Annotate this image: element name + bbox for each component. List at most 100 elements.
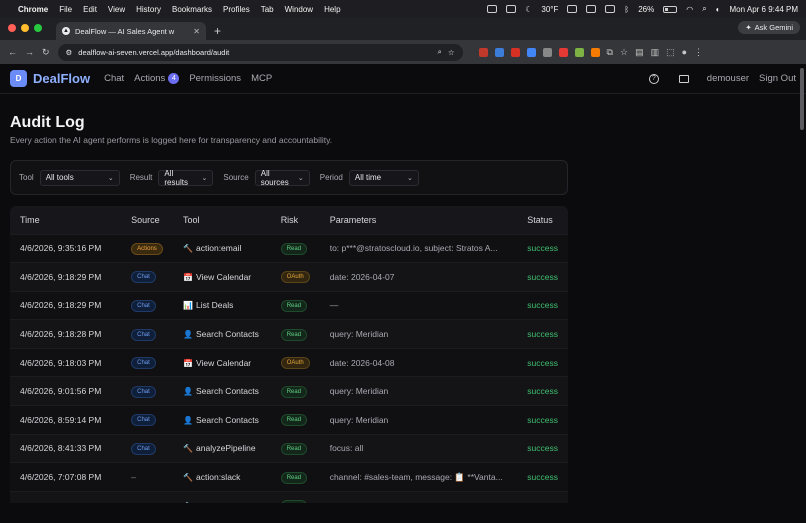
page-scrollbar[interactable] [800, 68, 804, 130]
table-row[interactable]: 4/6/2026, 7:07:08 PM – 🔨 action:slack Read ch… [10, 462, 568, 492]
username[interactable]: demouser [707, 73, 749, 84]
extension-icon[interactable] [494, 47, 504, 57]
status-icon[interactable] [605, 5, 616, 13]
weather[interactable]: 30°F [541, 5, 558, 14]
source-badge: Chat [131, 271, 156, 284]
table-row[interactable]: 4/6/2026, 7:07:08 PM – 🔨action:email Read to… [10, 491, 568, 503]
status-icon[interactable] [506, 5, 517, 13]
status-icon[interactable] [487, 5, 498, 13]
risk-badge: Read [280, 299, 308, 312]
menu-view[interactable]: View [108, 5, 125, 14]
wifi-icon[interactable]: ◠ [686, 5, 693, 14]
tool-name: Search Contacts [196, 414, 259, 425]
sign-out-button[interactable]: Sign Out [759, 73, 796, 84]
cell-tool: 🔨action:email [173, 234, 271, 263]
sidepanel-icon[interactable]: ▥ [651, 47, 660, 58]
display-icon[interactable] [586, 5, 597, 13]
result-filter-select[interactable]: All results ⌄ [158, 168, 214, 187]
actions-count-badge: 4 [168, 73, 180, 84]
menu-window[interactable]: Window [285, 5, 313, 14]
table-row[interactable]: 4/6/2026, 9:18:29 PM Chat 📅 View Calendar OA… [10, 262, 568, 292]
table-row[interactable]: 4/6/2026, 9:18:03 PM Chat 📅 View Calendar OA… [10, 348, 568, 377]
cell-time: 4/6/2026, 7:07:08 PM [20, 472, 102, 483]
star-icon[interactable]: ☆ [620, 47, 628, 58]
bluetooth-icon[interactable]: ᛒ [624, 5, 629, 14]
browser-tab[interactable]: ▲ DealFlow — AI Sales Agent w ✕ [56, 22, 206, 40]
tool-filter-select[interactable]: All tools ⌄ [39, 169, 120, 186]
col-time[interactable]: Time [10, 206, 121, 234]
col-tool[interactable]: Tool [173, 206, 271, 234]
menu-profiles[interactable]: Profiles [223, 5, 250, 14]
control-center-icon[interactable]: ◐ [716, 5, 721, 14]
close-window-button[interactable] [8, 24, 16, 32]
cell-risk: Read [271, 377, 320, 406]
brand-name[interactable]: DealFlow [33, 71, 90, 86]
ask-gemini-button[interactable]: ✦ Ask Gemini [738, 21, 800, 34]
minimize-window-button[interactable] [21, 24, 29, 32]
logo-icon[interactable]: D [10, 70, 27, 87]
status-icon[interactable] [567, 5, 578, 13]
table-row[interactable]: 4/6/2026, 9:18:29 PM Chat 📊 List Deals Read —… [10, 291, 568, 320]
screenshot-icon[interactable]: ⬚ [666, 47, 675, 58]
menu-chrome[interactable]: Chrome [18, 5, 48, 14]
menu-file[interactable]: File [59, 5, 72, 14]
reading-list-icon[interactable]: ▤ [635, 47, 644, 58]
tool-icon: 👤 [183, 415, 194, 425]
result-filter-value: All results [164, 168, 188, 187]
forward-icon[interactable]: → [25, 47, 34, 57]
search-icon[interactable]: ⌕ [702, 4, 706, 14]
source-empty: – [131, 472, 136, 483]
menu-tab[interactable]: Tab [261, 5, 274, 14]
macos-menu-bar: Chrome File Edit View History Bookmarks … [0, 0, 806, 18]
back-icon[interactable]: ← [8, 47, 17, 57]
site-info-icon[interactable]: ⚙ [66, 48, 73, 57]
table-row[interactable]: 4/6/2026, 8:41:33 PM Chat 🔨 analyzePipeline… [10, 434, 568, 463]
reload-icon[interactable]: ↻ [42, 47, 50, 58]
extension-icon[interactable] [590, 47, 600, 57]
zoom-icon[interactable]: ⌕ [438, 47, 442, 57]
extension-icon[interactable] [574, 47, 584, 57]
col-source[interactable]: Source [121, 206, 173, 234]
profile-avatar-icon[interactable]: ● [682, 47, 687, 57]
nav-permissions[interactable]: Permissions [189, 73, 241, 84]
table-row[interactable]: 4/6/2026, 8:59:14 PM Chat 👤 Search Contacts… [10, 405, 568, 435]
nav-actions[interactable]: Actions 4 [134, 73, 180, 84]
table-row[interactable]: 4/6/2026, 9:18:28 PM Chat 👤 Search Contacts… [10, 319, 568, 349]
cell-source: Actions [121, 234, 173, 263]
extension-icon[interactable] [558, 47, 568, 57]
col-status[interactable]: Status [517, 206, 568, 234]
menu-history[interactable]: History [136, 5, 161, 14]
col-risk[interactable]: Risk [271, 206, 320, 234]
menu-bookmarks[interactable]: Bookmarks [172, 5, 212, 14]
period-filter-select[interactable]: All time ⌄ [348, 169, 419, 186]
monitor-icon[interactable] [678, 74, 689, 83]
extension-icon[interactable] [526, 47, 536, 57]
more-menu-icon[interactable]: ⋮ [694, 47, 703, 58]
puzzle-icon[interactable]: ⧉ [607, 47, 613, 58]
table-row[interactable]: 4/6/2026, 9:01:56 PM Chat 👤 Search Contacts… [10, 376, 568, 406]
table-row[interactable]: 4/6/2026, 9:35:16 PM Actions 🔨 action:email… [10, 234, 568, 263]
bookmark-star-icon[interactable]: ☆ [448, 48, 455, 57]
nav-mcp[interactable]: MCP [251, 73, 272, 84]
close-tab-icon[interactable]: ✕ [193, 27, 200, 36]
url-text[interactable]: dealflow-ai-seven.vercel.app/dashboard/a… [78, 48, 431, 57]
menu-help[interactable]: Help [324, 5, 340, 14]
extension-icon[interactable] [510, 47, 520, 57]
extension-icon[interactable] [542, 47, 552, 57]
zoom-window-button[interactable] [34, 24, 42, 32]
cell-source: – [121, 463, 173, 492]
app-root: D DealFlow Chat Actions 4 Permissions MC… [0, 64, 806, 503]
datetime[interactable]: Mon Apr 6 9:44 PM [730, 5, 798, 14]
cell-source: Chat [121, 291, 173, 320]
col-parameters[interactable]: Parameters [320, 206, 518, 234]
help-icon[interactable]: ? [648, 73, 659, 84]
battery-icon[interactable] [663, 5, 678, 13]
moon-icon[interactable]: ☾ [525, 5, 532, 14]
cell-tool: 📊 List Deals [173, 291, 271, 320]
nav-chat[interactable]: Chat [104, 73, 124, 84]
extension-icon[interactable] [478, 47, 488, 57]
new-tab-button[interactable]: + [214, 24, 221, 38]
source-filter-select[interactable]: All sources ⌄ [254, 169, 310, 187]
menu-edit[interactable]: Edit [83, 5, 97, 14]
address-bar[interactable]: ⚙ dealflow-ai-seven.vercel.app/dashboard… [57, 43, 463, 61]
